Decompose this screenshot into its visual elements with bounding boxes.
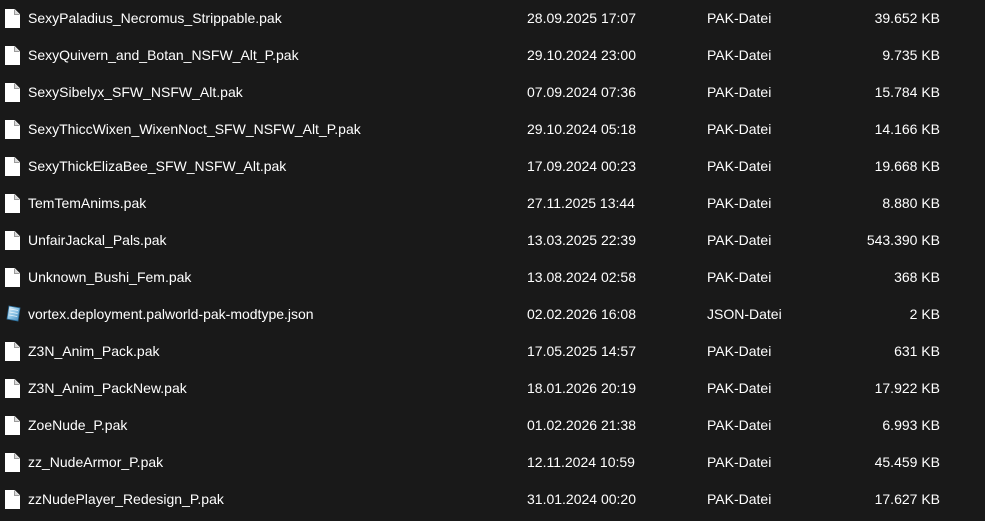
file-size: 15.784 KB [874,84,940,100]
file-name: SexyPaladius_Necromus_Strippable.pak [28,10,282,26]
file-name: vortex.deployment.palworld-pak-modtype.j… [28,306,314,322]
file-date-modified: 28.09.2025 17:07 [527,10,636,26]
file-icon [3,185,21,222]
file-row[interactable]: SexySibelyx_SFW_NSFW_Alt.pak 07.09.2024 0… [0,74,985,111]
file-row[interactable]: vortex.deployment.palworld-pak-modtype.j… [0,296,985,333]
file-icon [3,333,21,370]
file-type: PAK-Datei [707,84,772,100]
file-icon [3,74,21,111]
file-type: PAK-Datei [707,195,772,211]
file-size: 543.390 KB [866,232,940,248]
file-row[interactable]: SexyThickElizaBee_SFW_NSFW_Alt.pak 17.09.… [0,148,985,185]
file-name: UnfairJackal_Pals.pak [28,232,167,248]
file-size: 631 KB [894,343,940,359]
file-size: 14.166 KB [874,121,940,137]
file-type: PAK-Datei [707,121,772,137]
file-date-modified: 12.11.2024 10:59 [527,454,635,470]
file-size: 19.668 KB [874,158,940,174]
file-date-modified: 27.11.2025 13:44 [527,195,635,211]
file-name: Unknown_Bushi_Fem.pak [28,269,192,285]
file-type: PAK-Datei [707,491,772,507]
file-icon [3,481,21,518]
file-row[interactable]: Z3N_Anim_PackNew.pak 18.01.2026 20:19 PAK-… [0,370,985,407]
file-row[interactable]: Z3N_Anim_Pack.pak 17.05.2025 14:57 PAK-Dat… [0,333,985,370]
file-size: 17.627 KB [874,491,940,507]
file-date-modified: 17.09.2024 00:23 [527,158,636,174]
file-date-modified: 13.08.2024 02:58 [527,269,636,285]
file-date-modified: 17.05.2025 14:57 [527,343,636,359]
file-row[interactable]: UnfairJackal_Pals.pak 13.03.2025 22:39 PAK… [0,222,985,259]
json-file-icon [3,296,21,333]
file-row[interactable]: SexyQuivern_and_Botan_NSFW_Alt_P.pak 29.1… [0,37,985,74]
file-size: 45.459 KB [874,454,940,470]
file-name: SexyThickElizaBee_SFW_NSFW_Alt.pak [28,158,287,174]
file-row[interactable]: TemTemAnims.pak 27.11.2025 13:44 PAK-Datei… [0,185,985,222]
file-name: TemTemAnims.pak [28,195,147,211]
file-type: PAK-Datei [707,47,772,63]
file-size: 2 KB [909,306,940,322]
file-list: SexyPaladius_Necromus_Strippable.pak 28.0… [0,0,985,521]
file-size: 9.735 KB [882,47,940,63]
file-name: ZoeNude_P.pak [28,417,128,433]
file-size: 6.993 KB [882,417,940,433]
file-type: PAK-Datei [707,10,772,26]
file-size: 8.880 KB [882,195,940,211]
file-size: 39.652 KB [874,10,940,26]
file-date-modified: 29.10.2024 05:18 [527,121,636,137]
file-row[interactable]: zz_NudeArmor_P.pak 12.11.2024 10:59 PAK-Da… [0,444,985,481]
file-icon [3,259,21,296]
file-date-modified: 13.03.2025 22:39 [527,232,636,248]
file-row[interactable]: zzNudePlayer_Redesign_P.pak 31.01.2024 00… [0,481,985,518]
file-date-modified: 29.10.2024 23:00 [527,47,636,63]
file-row[interactable]: Unknown_Bushi_Fem.pak 13.08.2024 02:58 PAK… [0,259,985,296]
file-type: PAK-Datei [707,269,772,285]
file-name: Z3N_Anim_PackNew.pak [28,380,187,396]
file-date-modified: 18.01.2026 20:19 [527,380,636,396]
file-type: PAK-Datei [707,380,772,396]
file-type: PAK-Datei [707,417,772,433]
file-row[interactable]: ZoeNude_P.pak 01.02.2026 21:38 PAK-Datei 6.… [0,407,985,444]
file-type: PAK-Datei [707,343,772,359]
file-type: PAK-Datei [707,454,772,470]
file-type: PAK-Datei [707,232,772,248]
file-icon [3,222,21,259]
file-icon [3,0,21,37]
file-icon [3,370,21,407]
file-type: JSON-Datei [707,306,782,322]
file-icon [3,37,21,74]
file-date-modified: 01.02.2026 21:38 [527,417,636,433]
file-row[interactable]: SexyThiccWixen_WixenNoct_SFW_NSFW_Alt_P.… [0,111,985,148]
file-size: 368 KB [894,269,940,285]
file-name: zz_NudeArmor_P.pak [28,454,164,470]
file-name: zzNudePlayer_Redesign_P.pak [28,491,224,507]
file-icon [3,148,21,185]
file-name: Z3N_Anim_Pack.pak [28,343,160,359]
file-type: PAK-Datei [707,158,772,174]
file-date-modified: 07.09.2024 07:36 [527,84,636,100]
file-name: SexyQuivern_and_Botan_NSFW_Alt_P.pak [28,47,299,63]
file-size: 17.922 KB [874,380,940,396]
file-name: SexyThiccWixen_WixenNoct_SFW_NSFW_Alt_P.… [28,121,361,137]
file-row[interactable]: SexyPaladius_Necromus_Strippable.pak 28.0… [0,0,985,37]
file-icon [3,444,21,481]
file-icon [3,111,21,148]
file-date-modified: 31.01.2024 00:20 [527,491,636,507]
file-icon [3,407,21,444]
file-date-modified: 02.02.2026 16:08 [527,306,636,322]
file-name: SexySibelyx_SFW_NSFW_Alt.pak [28,84,243,100]
